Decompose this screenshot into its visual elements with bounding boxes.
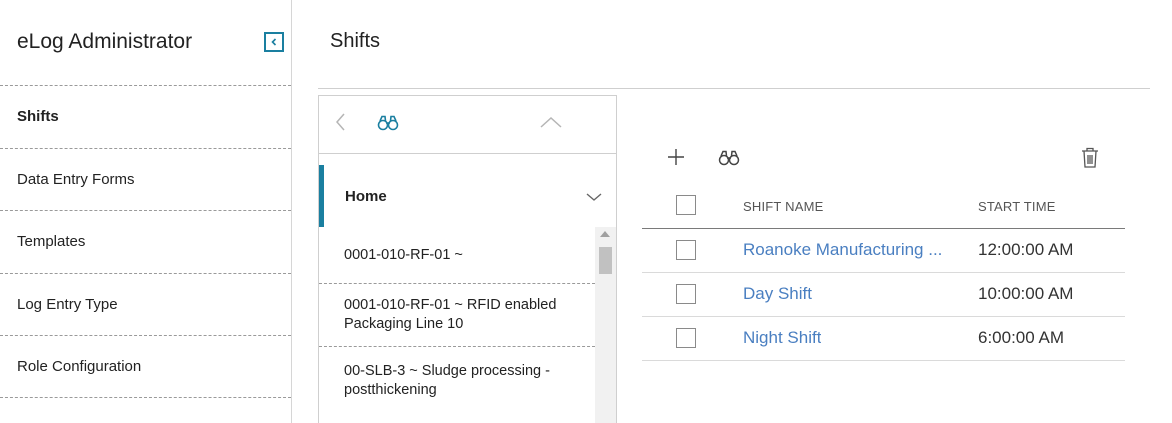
sidebar-item-shifts[interactable]: Shifts	[0, 85, 291, 148]
tree-home-label: Home	[345, 187, 387, 205]
chevron-up-icon[interactable]	[539, 115, 563, 134]
chevron-left-icon	[271, 38, 277, 46]
shift-name-link[interactable]: Day Shift	[743, 284, 812, 304]
trash-icon[interactable]	[1080, 147, 1100, 174]
row-checkbox[interactable]	[676, 240, 696, 260]
binoculars-icon[interactable]	[377, 115, 399, 136]
sidebar-item-label: Data Entry Forms	[17, 170, 135, 188]
tree-item-label: 0001-010-RF-01 ~	[344, 246, 463, 263]
start-time-cell: 10:00:00 AM	[978, 284, 1074, 303]
column-header-start-time[interactable]: START TIME	[978, 199, 1056, 214]
scroll-up-arrow-icon[interactable]	[600, 231, 610, 237]
sidebar-item-label: Shifts	[17, 108, 59, 126]
row-checkbox[interactable]	[676, 328, 696, 348]
sidebar: eLog Administrator Shifts Data Entry For…	[0, 0, 292, 423]
scrollbar-thumb[interactable]	[599, 247, 612, 274]
table-header: SHIFT NAME START TIME	[642, 185, 1125, 229]
tree-list: 0001-010-RF-01 ~ 0001-010-RF-01 ~ RFID e…	[319, 227, 595, 414]
tree-item-label: 00-SLB-3 ~ Sludge processing - postthick…	[344, 362, 550, 398]
sidebar-nav: Shifts Data Entry Forms Templates Log En…	[0, 85, 291, 398]
table-row: Day Shift 10:00:00 AM	[642, 273, 1125, 317]
header-divider	[318, 88, 1150, 89]
sidebar-item-data-entry-forms[interactable]: Data Entry Forms	[0, 147, 291, 211]
sidebar-item-label: Role Configuration	[17, 357, 142, 375]
column-header-shift-name[interactable]: SHIFT NAME	[743, 199, 824, 214]
sidebar-item-role-configuration[interactable]: Role Configuration	[0, 335, 291, 398]
table-row: Night Shift 6:00:00 AM	[642, 317, 1125, 361]
scrollbar[interactable]	[595, 227, 616, 423]
shift-name-link[interactable]: Roanoke Manufacturing ...	[743, 240, 942, 260]
hierarchy-toolbar	[319, 96, 616, 154]
select-all-checkbox[interactable]	[676, 195, 696, 215]
start-time-cell: 6:00:00 AM	[978, 328, 1065, 347]
list-item[interactable]: 00-SLB-3 ~ Sludge processing - postthick…	[319, 347, 595, 414]
app-title: eLog Administrator	[17, 30, 193, 53]
hierarchy-panel: Home 0001-010-RF-01 ~ 0001-010-RF-01 ~ R…	[318, 95, 617, 423]
shifts-table: SHIFT NAME START TIME Roanoke Manufactur…	[642, 185, 1125, 361]
tree-item-label: 0001-010-RF-01 ~ RFID enabled Packaging …	[344, 297, 557, 332]
collapse-sidebar-button[interactable]	[264, 32, 284, 52]
table-row: Roanoke Manufacturing ... 12:00:00 AM	[642, 229, 1125, 273]
sidebar-item-label: Log Entry Type	[17, 295, 118, 313]
sidebar-item-label: Templates	[17, 233, 86, 251]
plus-icon[interactable]	[666, 147, 686, 172]
sidebar-item-templates[interactable]: Templates	[0, 210, 291, 273]
list-item[interactable]: 0001-010-RF-01 ~	[319, 227, 595, 284]
binoculars-icon[interactable]	[718, 150, 740, 171]
start-time-cell: 12:00:00 AM	[978, 240, 1074, 259]
list-item[interactable]: 0001-010-RF-01 ~ RFID enabled Packaging …	[319, 284, 595, 347]
row-checkbox[interactable]	[676, 284, 696, 304]
back-icon[interactable]	[333, 111, 349, 138]
sidebar-item-log-entry-type[interactable]: Log Entry Type	[0, 272, 291, 336]
tree-item-home[interactable]: Home	[319, 165, 616, 227]
shift-name-link[interactable]: Night Shift	[743, 328, 821, 348]
chevron-down-icon[interactable]	[586, 189, 602, 206]
page-title: Shifts	[330, 30, 381, 52]
